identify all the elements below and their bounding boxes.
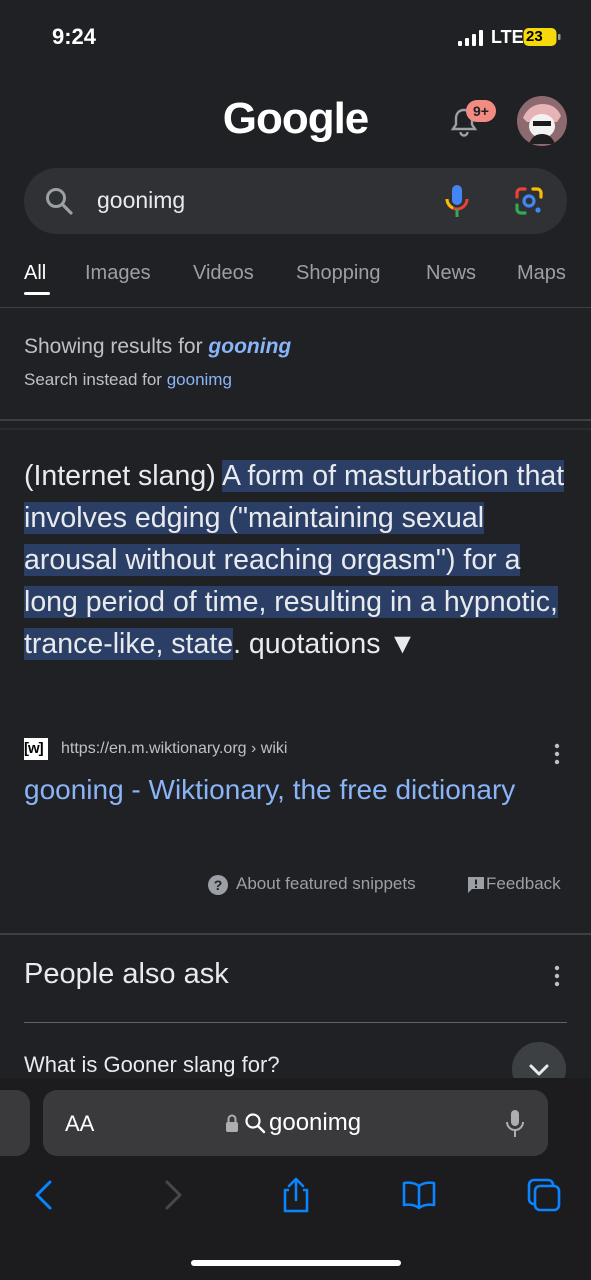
more-options-icon[interactable]	[550, 742, 564, 766]
google-logo[interactable]: Google	[0, 94, 591, 144]
address-bar-url[interactable]: goonimg	[269, 1109, 361, 1137]
tab-all[interactable]: All	[24, 262, 46, 285]
search-instead-for: Search instead for goonimg	[24, 370, 232, 390]
svg-text:?: ?	[214, 877, 223, 893]
tab-videos[interactable]: Videos	[193, 262, 254, 285]
paa-question[interactable]: What is Gooner slang for?	[24, 1052, 280, 1078]
notification-badge: 9+	[466, 100, 496, 122]
search-icon	[46, 188, 73, 215]
tab-maps[interactable]: Maps	[517, 262, 566, 285]
account-avatar[interactable]	[517, 96, 567, 146]
previous-tab-address-bar[interactable]	[0, 1090, 30, 1156]
result-citation[interactable]: https://en.m.wiktionary.org › wiki	[61, 740, 287, 758]
tab-news[interactable]: News	[426, 262, 476, 285]
search-input[interactable]: goonimg	[97, 187, 185, 214]
share-icon[interactable]	[277, 1176, 315, 1214]
section-divider-2	[0, 428, 591, 430]
feedback-link[interactable]: Feedback	[486, 874, 561, 894]
showing-prefix: Showing results for	[24, 335, 209, 358]
tab-images[interactable]: Images	[85, 262, 151, 285]
status-time: 9:24	[52, 24, 97, 49]
tab-shopping[interactable]: Shopping	[296, 262, 381, 285]
tabs-icon[interactable]	[525, 1176, 563, 1214]
featured-snippet-text: (Internet slang) A form of masturbation …	[24, 455, 569, 665]
dictation-mic-icon[interactable]	[505, 1109, 525, 1139]
feedback-icon	[468, 877, 484, 893]
google-lens-icon[interactable]	[513, 185, 545, 217]
help-icon: ?	[208, 875, 228, 895]
paa-divider	[24, 1022, 567, 1023]
snippet-quotations-toggle[interactable]: . quotations ▼	[233, 628, 416, 660]
search-icon	[245, 1113, 266, 1134]
forward-icon[interactable]	[153, 1176, 191, 1214]
showing-results-for: Showing results for gooning	[24, 335, 291, 359]
instead-prefix: Search instead for	[24, 370, 167, 389]
voice-search-mic-icon[interactable]	[444, 184, 470, 218]
people-also-ask-heading: People also ask	[24, 958, 229, 990]
corrected-query-link[interactable]: gooning	[208, 335, 291, 358]
section-divider-3	[0, 933, 591, 935]
tab-active-indicator	[24, 292, 50, 295]
cell-signal-icon	[458, 30, 483, 46]
wiktionary-favicon-text: [w]	[24, 740, 44, 757]
back-icon[interactable]	[26, 1176, 64, 1214]
paa-more-options-icon[interactable]	[550, 964, 564, 988]
wiktionary-favicon: [w]	[24, 738, 48, 760]
battery-level: 23	[526, 28, 543, 45]
battery-icon: 23	[523, 27, 561, 47]
section-divider	[0, 419, 591, 421]
bookmarks-icon[interactable]	[400, 1176, 438, 1214]
lock-icon	[226, 1114, 238, 1132]
text-size-label: AA	[65, 1111, 95, 1136]
result-title-link[interactable]: gooning - Wiktionary, the free dictionar…	[24, 770, 524, 809]
network-type: LTE	[491, 27, 524, 47]
snippet-lead: (Internet slang)	[24, 460, 223, 492]
about-featured-snippets-link[interactable]: About featured snippets	[236, 874, 416, 894]
divider	[0, 307, 591, 308]
original-query-link[interactable]: goonimg	[167, 370, 232, 389]
text-size-button[interactable]: AA	[65, 1111, 94, 1137]
home-indicator	[191, 1260, 401, 1266]
